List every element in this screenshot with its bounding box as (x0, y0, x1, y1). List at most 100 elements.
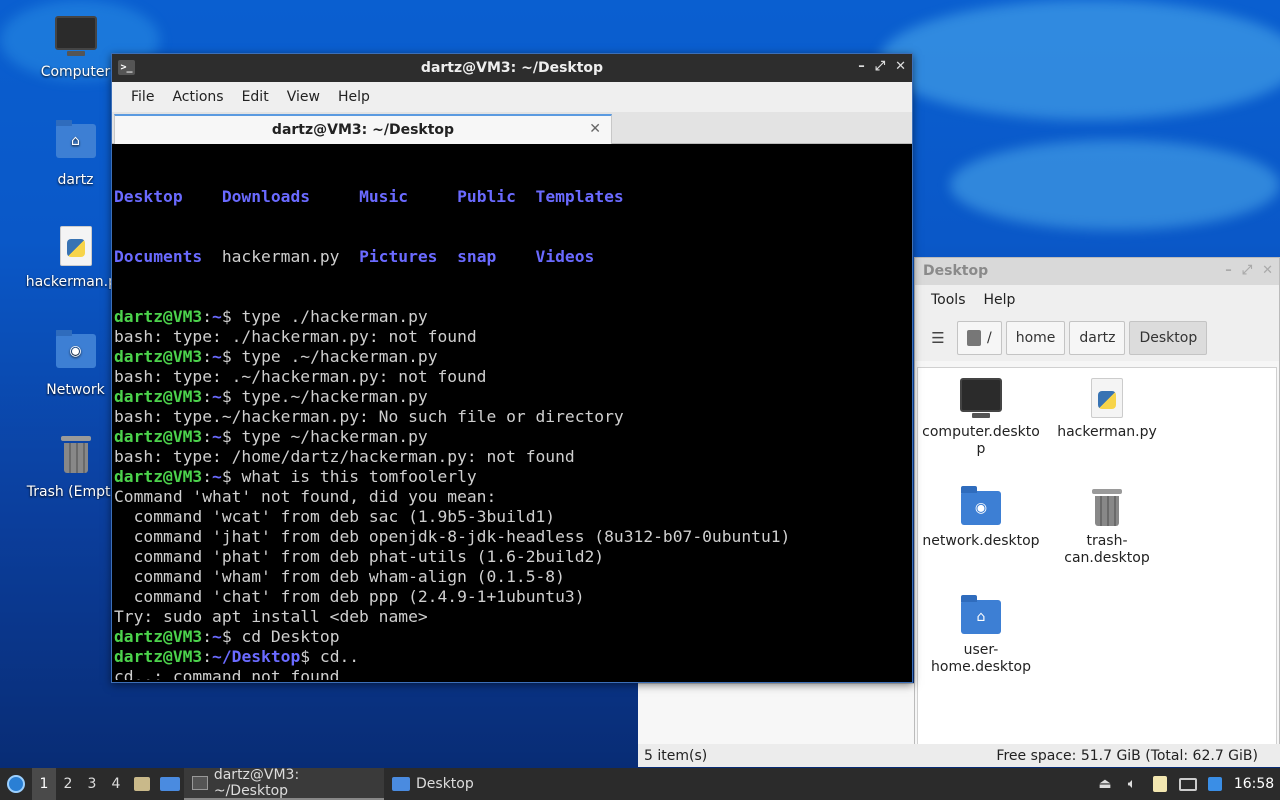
menu-actions[interactable]: Actions (163, 89, 232, 105)
output-line: bash: type.~/hackerman.py: No such file … (114, 407, 910, 427)
item-count: 5 item(s) (644, 747, 708, 764)
menubar: File Actions Edit View Help (112, 82, 912, 112)
command-text: type .~/hackerman.py (231, 347, 438, 366)
ls-row: Desktop Downloads Music Public Templates (114, 187, 910, 207)
prompt-path: ~ (212, 427, 222, 446)
ls-row: Documents hackerman.py Pictures snap Vid… (114, 247, 910, 267)
output-text: Try: sudo apt install <deb name> (114, 607, 428, 626)
list-view-icon[interactable]: ☰ (923, 321, 953, 355)
workspace-3[interactable]: 3 (80, 768, 104, 800)
workspace-1[interactable]: 1 (32, 768, 56, 800)
app-menu-button[interactable] (0, 768, 32, 800)
file-label: computer.deskto p (922, 424, 1040, 457)
output-text: bash: type: /home/dartz/hackerman.py: no… (114, 447, 575, 466)
task-terminal[interactable]: dartz@VM3: ~/Desktop (184, 767, 384, 800)
dir-entry: Documents (114, 247, 222, 266)
python-file-icon (54, 226, 98, 270)
close-icon[interactable]: ✕ (895, 59, 906, 74)
maximize-icon[interactable]: ⤢ (1242, 263, 1252, 278)
file-item[interactable]: hackerman.py (1044, 374, 1170, 441)
menu-tools[interactable]: Tools (922, 292, 975, 308)
file-view: computer.deskto p hackerman.py ◉ network… (917, 367, 1277, 765)
maximize-icon[interactable]: ⤢ (875, 59, 885, 74)
file-manager-titlebar[interactable]: Desktop – ⤢ ✕ (915, 258, 1279, 285)
network-icon[interactable] (1174, 768, 1202, 800)
network-folder-icon: ◉ (54, 330, 98, 378)
close-tab-icon[interactable]: ✕ (589, 121, 601, 137)
computer-icon (918, 374, 1044, 424)
volume-icon[interactable]: 🔈︎ (1118, 768, 1146, 800)
terminal-output[interactable]: Desktop Downloads Music Public Templates… (114, 147, 910, 680)
output-text: Command 'what' not found, did you mean: (114, 487, 497, 506)
prompt-line: dartz@VM3:~$ type ./hackerman.py (114, 307, 428, 326)
path-desktop-button[interactable]: Desktop (1129, 321, 1208, 355)
home-folder-icon: ⌂ (918, 592, 1044, 642)
terminal-icon (192, 776, 208, 790)
menu-help[interactable]: Help (329, 89, 379, 105)
free-space: Free space: 51.7 GiB (Total: 62.7 GiB) (996, 747, 1258, 764)
command-text: type.~/hackerman.py (231, 387, 428, 406)
close-icon[interactable]: ✕ (1262, 263, 1273, 278)
prompt-line: dartz@VM3:~$ what is this tomfoolerly (114, 467, 477, 486)
output-text: command 'wham' from deb wham-align (0.1.… (114, 567, 565, 586)
minimize-icon[interactable]: – (858, 59, 865, 74)
prompt-user: dartz@VM3 (114, 467, 203, 486)
output-text: command 'jhat' from deb openjdk-8-jdk-he… (114, 527, 791, 546)
file-label: hackerman.py (1057, 424, 1157, 440)
trash-icon (1044, 483, 1170, 533)
output-line: command 'jhat' from deb openjdk-8-jdk-he… (114, 527, 910, 547)
path-dartz-button[interactable]: dartz (1069, 321, 1126, 355)
update-notifier-icon[interactable] (1202, 768, 1228, 800)
clipboard-icon[interactable] (1146, 768, 1174, 800)
file-manager-launcher[interactable] (128, 768, 156, 800)
file-item[interactable]: ◉ network.desktop (918, 483, 1044, 550)
dir-entry: Downloads (221, 187, 360, 206)
eject-icon[interactable]: ⏏ (1092, 768, 1118, 800)
computer-icon (54, 16, 98, 60)
command-text: type ~/hackerman.py (231, 427, 428, 446)
prompt-line: dartz@VM3:~$ type ~/hackerman.py (114, 427, 428, 446)
path-root-label: / (987, 330, 992, 346)
path-root-button[interactable]: / (957, 321, 1002, 355)
file-entry: hackerman.py (221, 247, 360, 266)
output-line: cd..: command not found (114, 667, 910, 680)
menu-help[interactable]: Help (975, 292, 1025, 308)
prompt-user: dartz@VM3 (114, 427, 203, 446)
prompt-user: dartz@VM3 (114, 627, 203, 646)
output-text: bash: type.~/hackerman.py: No such file … (114, 407, 624, 426)
minimize-icon[interactable]: – (1225, 263, 1232, 278)
dir-entry: Public (457, 187, 536, 206)
prompt-path: ~ (212, 347, 222, 366)
dir-entry: Templates (535, 187, 624, 206)
desktop-icon (160, 777, 180, 791)
file-item[interactable]: computer.deskto p (918, 374, 1044, 458)
workspace-4[interactable]: 4 (104, 768, 128, 800)
menu-edit[interactable]: Edit (233, 89, 278, 105)
workspace-2[interactable]: 2 (56, 768, 80, 800)
prompt-user: dartz@VM3 (114, 387, 203, 406)
window-title: dartz@VM3: ~/Desktop (420, 60, 604, 76)
dir-entry: snap (457, 247, 536, 266)
python-file-icon (1044, 374, 1170, 424)
output-line: command 'chat' from deb ppp (2.4.9-1+1ub… (114, 587, 910, 607)
clock[interactable]: 16:58 (1228, 768, 1280, 800)
task-file-manager[interactable]: Desktop (384, 768, 584, 800)
file-label: network.desktop (922, 533, 1040, 549)
prompt-path: ~ (212, 467, 222, 486)
terminal-titlebar[interactable]: >_ dartz@VM3: ~/Desktop – ⤢ ✕ (112, 54, 912, 82)
file-item[interactable]: ⌂ user- home.desktop (918, 592, 1044, 676)
tab-terminal[interactable]: dartz@VM3: ~/Desktop ✕ (114, 114, 612, 144)
task-label: dartz@VM3: ~/Desktop (213, 767, 300, 799)
menu-view[interactable]: View (278, 89, 329, 105)
output-line: command 'phat' from deb phat-utils (1.6-… (114, 547, 910, 567)
pathbar: ☰ / home dartz Desktop (915, 315, 1279, 361)
command-text: type ./hackerman.py (231, 307, 428, 326)
dir-entry: Music (359, 187, 458, 206)
file-item[interactable]: trash- can.desktop (1044, 483, 1170, 567)
output-line: command 'wcat' from deb sac (1.9b5-3buil… (114, 507, 910, 527)
show-desktop-button[interactable] (156, 768, 184, 800)
prompt-path: ~ (212, 387, 222, 406)
menu-file[interactable]: File (122, 89, 163, 105)
command-text: what is this tomfoolerly (231, 467, 477, 486)
path-home-button[interactable]: home (1005, 321, 1066, 355)
